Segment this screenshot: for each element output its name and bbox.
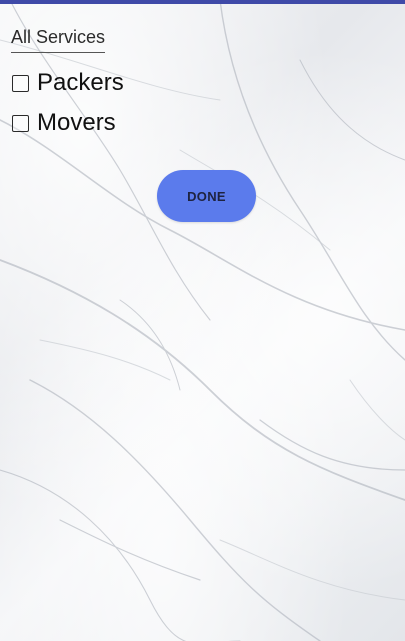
service-option-label: Movers <box>37 109 116 136</box>
checkbox-icon[interactable] <box>12 114 29 132</box>
service-option-packers[interactable]: Packers <box>12 68 124 98</box>
service-option-label: Packers <box>37 69 124 96</box>
section-title: All Services <box>11 26 106 53</box>
top-accent-bar <box>0 0 405 4</box>
services-screen: All Services Packers Movers DONE <box>0 0 405 641</box>
service-option-movers[interactable]: Movers <box>12 108 116 138</box>
checkbox-icon[interactable] <box>12 74 29 92</box>
done-button[interactable]: DONE <box>157 170 256 222</box>
